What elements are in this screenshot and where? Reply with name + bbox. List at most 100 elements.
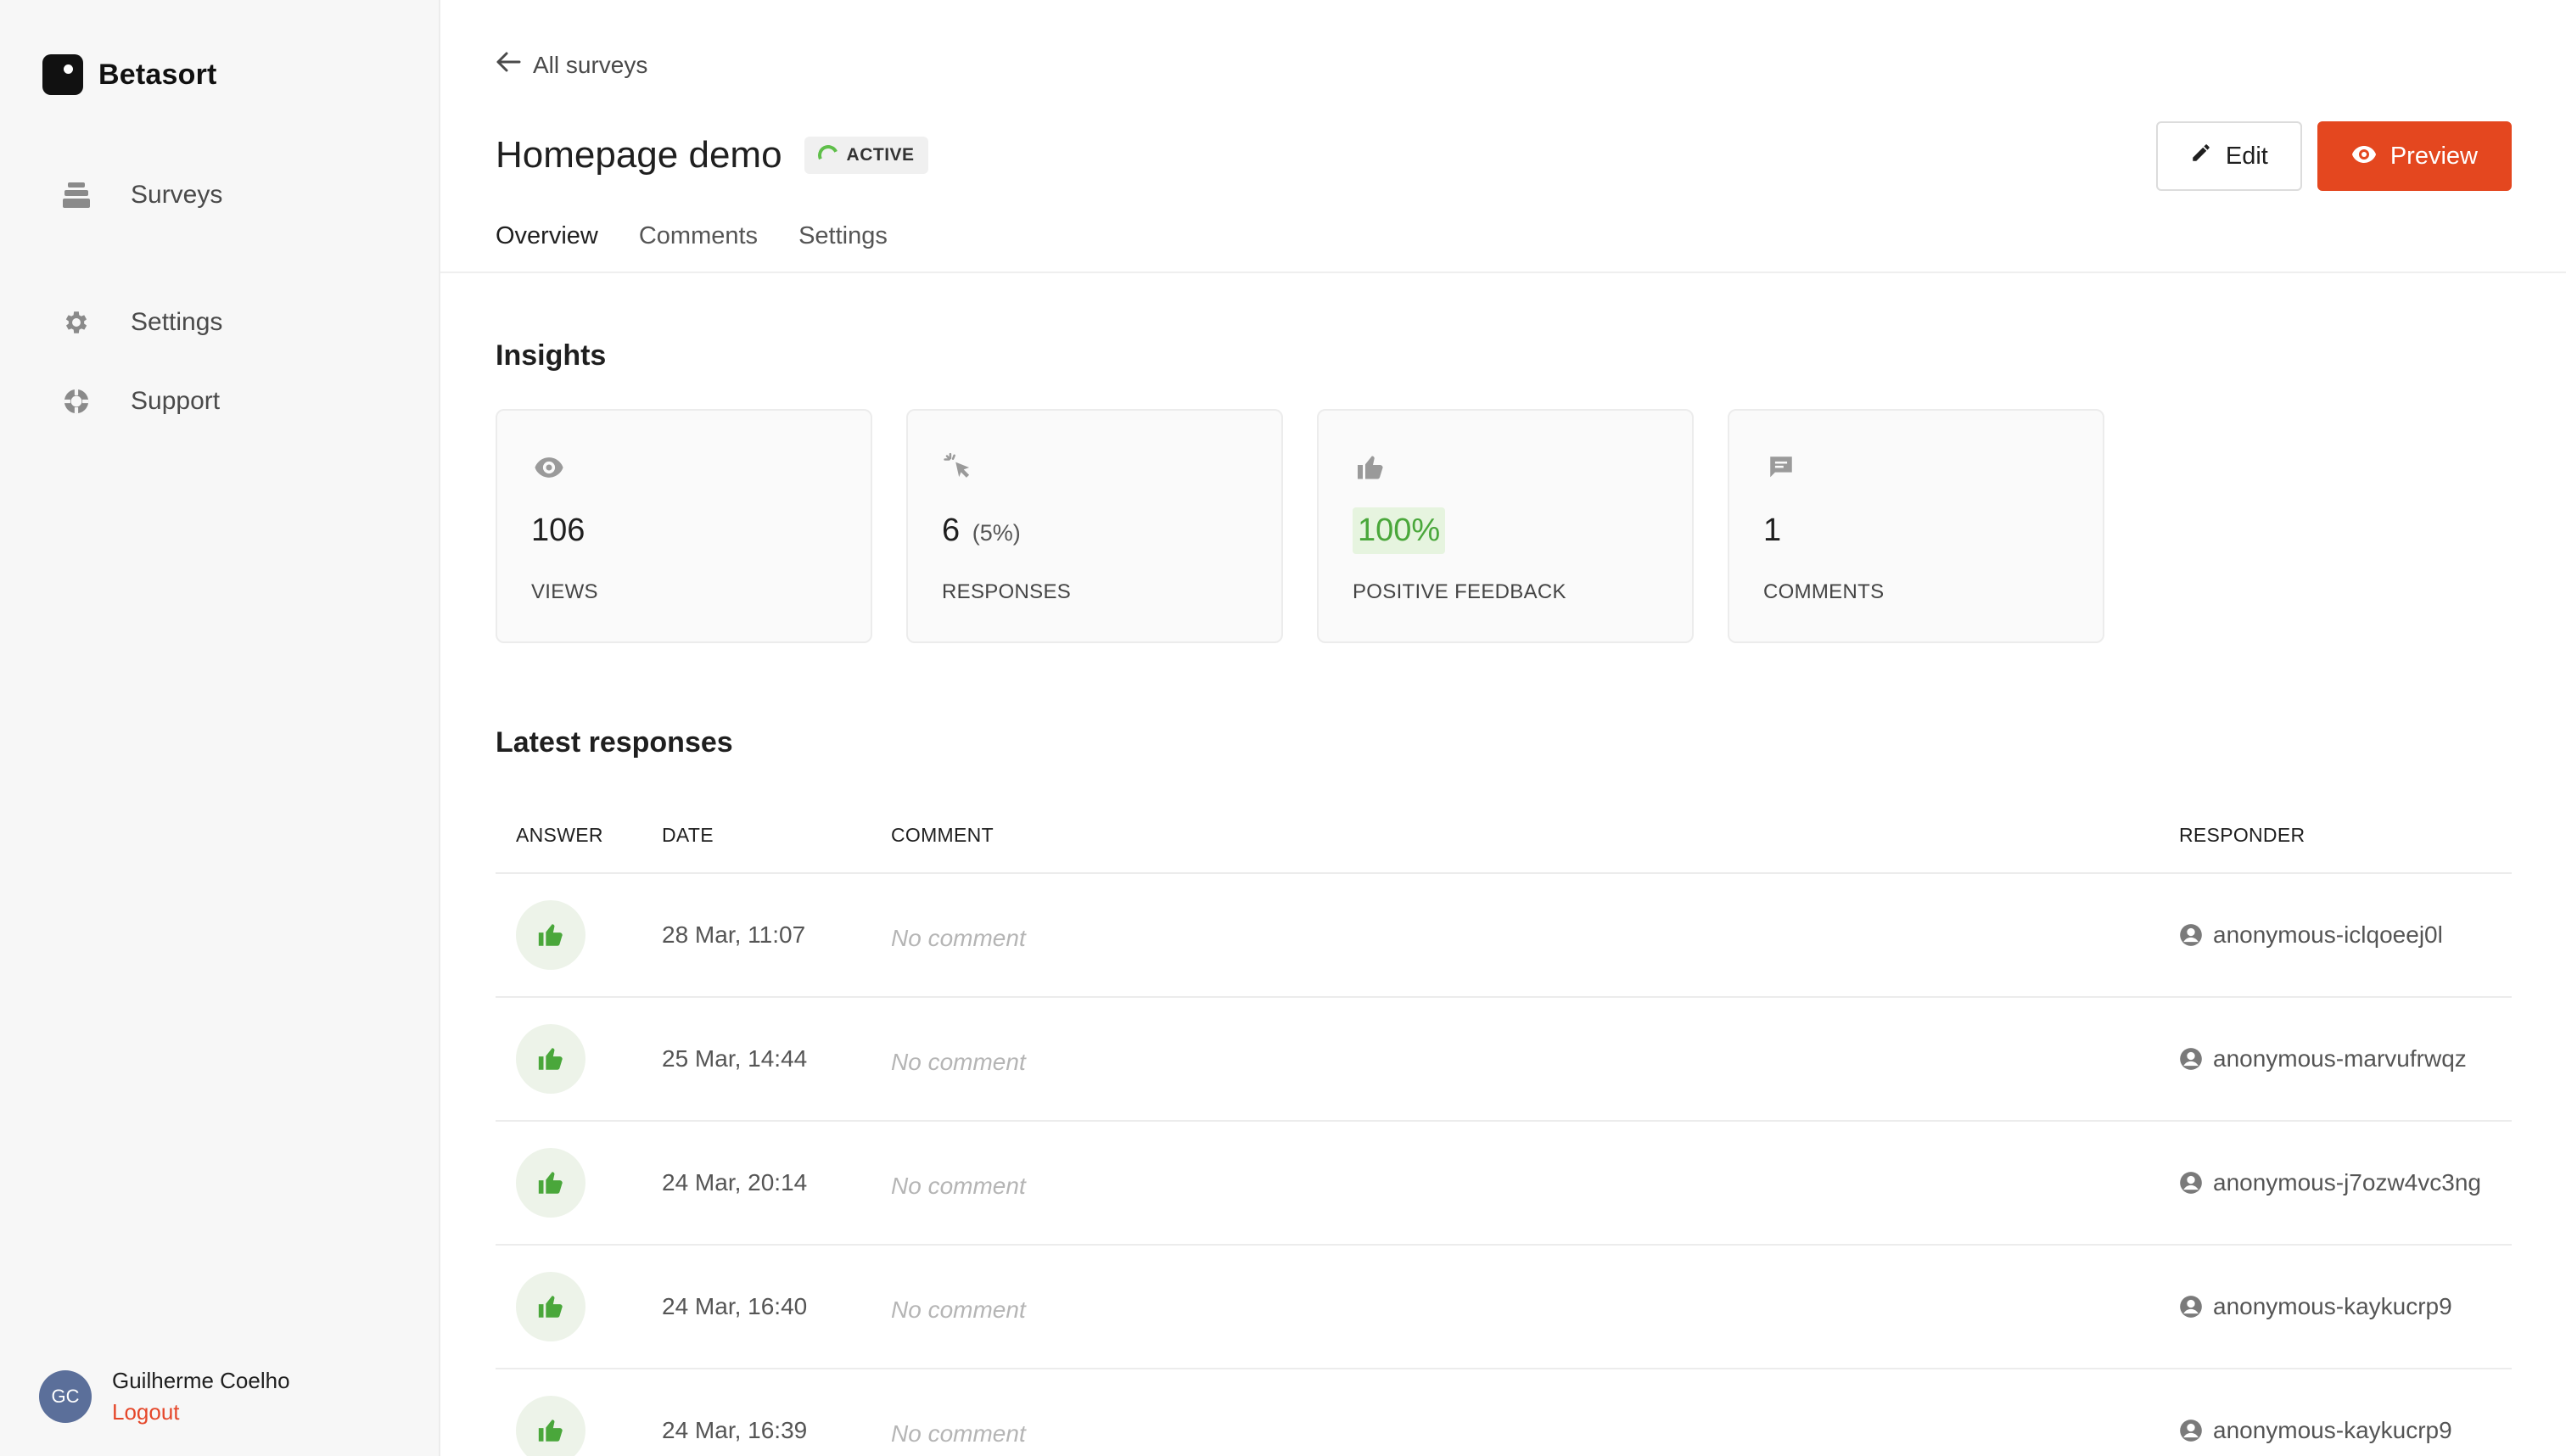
app-root: Betasort Surveys Settings Support GC Gui… [0,0,2566,1456]
pencil-icon [2190,142,2212,171]
sidebar-item-label: Settings [131,308,223,336]
insight-value: 6 [942,512,961,548]
latest-responses-title: Latest responses [496,726,733,759]
insight-value: 1 [1763,512,1782,548]
user-circle-icon [2180,1296,2202,1318]
sidebar-item-surveys[interactable]: Surveys [59,178,222,212]
response-date: 24 Mar, 16:39 [662,1417,808,1443]
insight-label: VIEWS [531,580,598,603]
column-header-date: DATE [662,823,714,846]
table-row[interactable]: 24 Mar, 20:14 No comment anonymous-j7ozw… [496,1122,2512,1246]
thumbs-up-icon[interactable] [516,1272,585,1341]
response-date: 24 Mar, 16:40 [662,1293,808,1319]
sidebar-item-label: Support [131,387,221,415]
gear-icon [59,305,93,339]
tab-comments[interactable]: Comments [639,222,758,257]
thumbs-up-icon[interactable] [516,1024,585,1094]
brand-name: Betasort [98,58,217,91]
sidebar: Betasort Surveys Settings Support GC Gui… [0,0,440,1456]
tab-settings[interactable]: Settings [798,222,888,257]
column-header-answer: ANSWER [516,823,603,846]
thumbs-up-icon[interactable] [516,1396,585,1456]
insight-subvalue: (5%) [972,520,1021,546]
brand-logo[interactable]: Betasort [42,54,217,95]
main-content: All surveys Homepage demo ACTIVE Edit Pr… [440,0,2566,1456]
insights-cards: 106 VIEWS 6 (5%) RESPONSES 100% POSITIVE… [496,409,2104,643]
user-circle-icon [2180,1048,2202,1070]
sidebar-item-settings[interactable]: Settings [59,305,222,339]
status-badge: ACTIVE [804,137,928,174]
avatar[interactable]: GC [39,1370,92,1423]
response-date: 25 Mar, 14:44 [662,1045,808,1072]
table-row[interactable]: 24 Mar, 16:39 No comment anonymous-kayku… [496,1369,2512,1456]
response-responder: anonymous-marvufrwqz [2179,1045,2512,1072]
insight-value: 100% [1353,507,1446,554]
tab-bar: Overview Comments Settings [496,222,888,257]
comment-icon [1763,450,1799,485]
insight-card-comments: 1 COMMENTS [1728,409,2104,643]
sidebar-item-support[interactable]: Support [59,384,220,418]
tab-overview[interactable]: Overview [496,222,598,257]
user-name: Guilherme Coelho [112,1368,290,1393]
status-badge-label: ACTIVE [846,145,915,165]
insight-label: COMMENTS [1763,580,1885,603]
response-comment: No comment [891,925,1026,951]
back-link[interactable]: All surveys [496,51,647,79]
table-row[interactable]: 28 Mar, 11:07 No comment anonymous-iclqo… [496,874,2512,998]
eye-icon [2351,143,2377,171]
responses-table: ANSWER DATE COMMENT RESPONDER 28 Mar, 11… [496,798,2512,1456]
column-header-responder: RESPONDER [2179,823,2305,846]
back-link-label: All surveys [533,51,648,78]
thumbs-up-icon[interactable] [516,1148,585,1218]
insight-card-positive-feedback: 100% POSITIVE FEEDBACK [1317,409,1694,643]
user-circle-icon [2180,924,2202,946]
cursor-click-icon [942,450,978,485]
header-actions: Edit Preview [2155,121,2512,191]
thumbs-up-icon [1353,450,1388,485]
eye-icon [531,450,567,485]
user-circle-icon [2180,1172,2202,1194]
table-row[interactable]: 24 Mar, 16:40 No comment anonymous-kayku… [496,1246,2512,1369]
response-comment: No comment [891,1173,1026,1199]
insight-value: 106 [531,512,585,548]
responder-id: anonymous-kaykucrp9 [2213,1417,2452,1443]
thumbs-up-icon[interactable] [516,900,585,970]
table-header: ANSWER DATE COMMENT RESPONDER [496,798,2512,874]
response-date: 24 Mar, 20:14 [662,1169,808,1196]
table-row[interactable]: 25 Mar, 14:44 No comment anonymous-marvu… [496,998,2512,1122]
response-comment: No comment [891,1420,1026,1447]
insights-title: Insights [496,339,607,372]
insight-label: RESPONSES [942,580,1072,603]
response-comment: No comment [891,1296,1026,1323]
arrow-left-icon [496,51,521,79]
status-spinner-icon [815,142,841,169]
header-divider [440,272,2566,273]
preview-button-label: Preview [2390,142,2478,170]
logo-icon [42,54,83,95]
responder-id: anonymous-kaykucrp9 [2213,1293,2452,1319]
responder-id: anonymous-j7ozw4vc3ng [2213,1169,2481,1196]
response-responder: anonymous-kaykucrp9 [2179,1293,2512,1320]
preview-button[interactable]: Preview [2317,121,2512,191]
lifebuoy-icon [59,384,93,418]
logout-link[interactable]: Logout [112,1399,290,1425]
responder-id: anonymous-iclqoeej0l [2213,921,2443,948]
insight-label: POSITIVE FEEDBACK [1353,580,1566,603]
response-responder: anonymous-j7ozw4vc3ng [2179,1169,2512,1196]
responder-id: anonymous-marvufrwqz [2213,1045,2467,1072]
column-header-comment: COMMENT [891,823,994,846]
sidebar-item-label: Surveys [131,181,223,209]
insight-value-row: 6 (5%) [942,512,1021,549]
edit-button-label: Edit [2225,142,2268,170]
user-circle-icon [2180,1420,2202,1442]
page-title: Homepage demo [496,134,782,176]
edit-button[interactable]: Edit [2155,121,2302,191]
response-responder: anonymous-iclqoeej0l [2179,921,2512,949]
response-comment: No comment [891,1049,1026,1075]
response-date: 28 Mar, 11:07 [662,921,806,948]
layers-icon [59,178,93,212]
response-responder: anonymous-kaykucrp9 [2179,1417,2512,1444]
insight-card-views: 106 VIEWS [496,409,872,643]
user-profile: GC Guilherme Coelho Logout [39,1368,290,1425]
insight-card-responses: 6 (5%) RESPONSES [906,409,1283,643]
